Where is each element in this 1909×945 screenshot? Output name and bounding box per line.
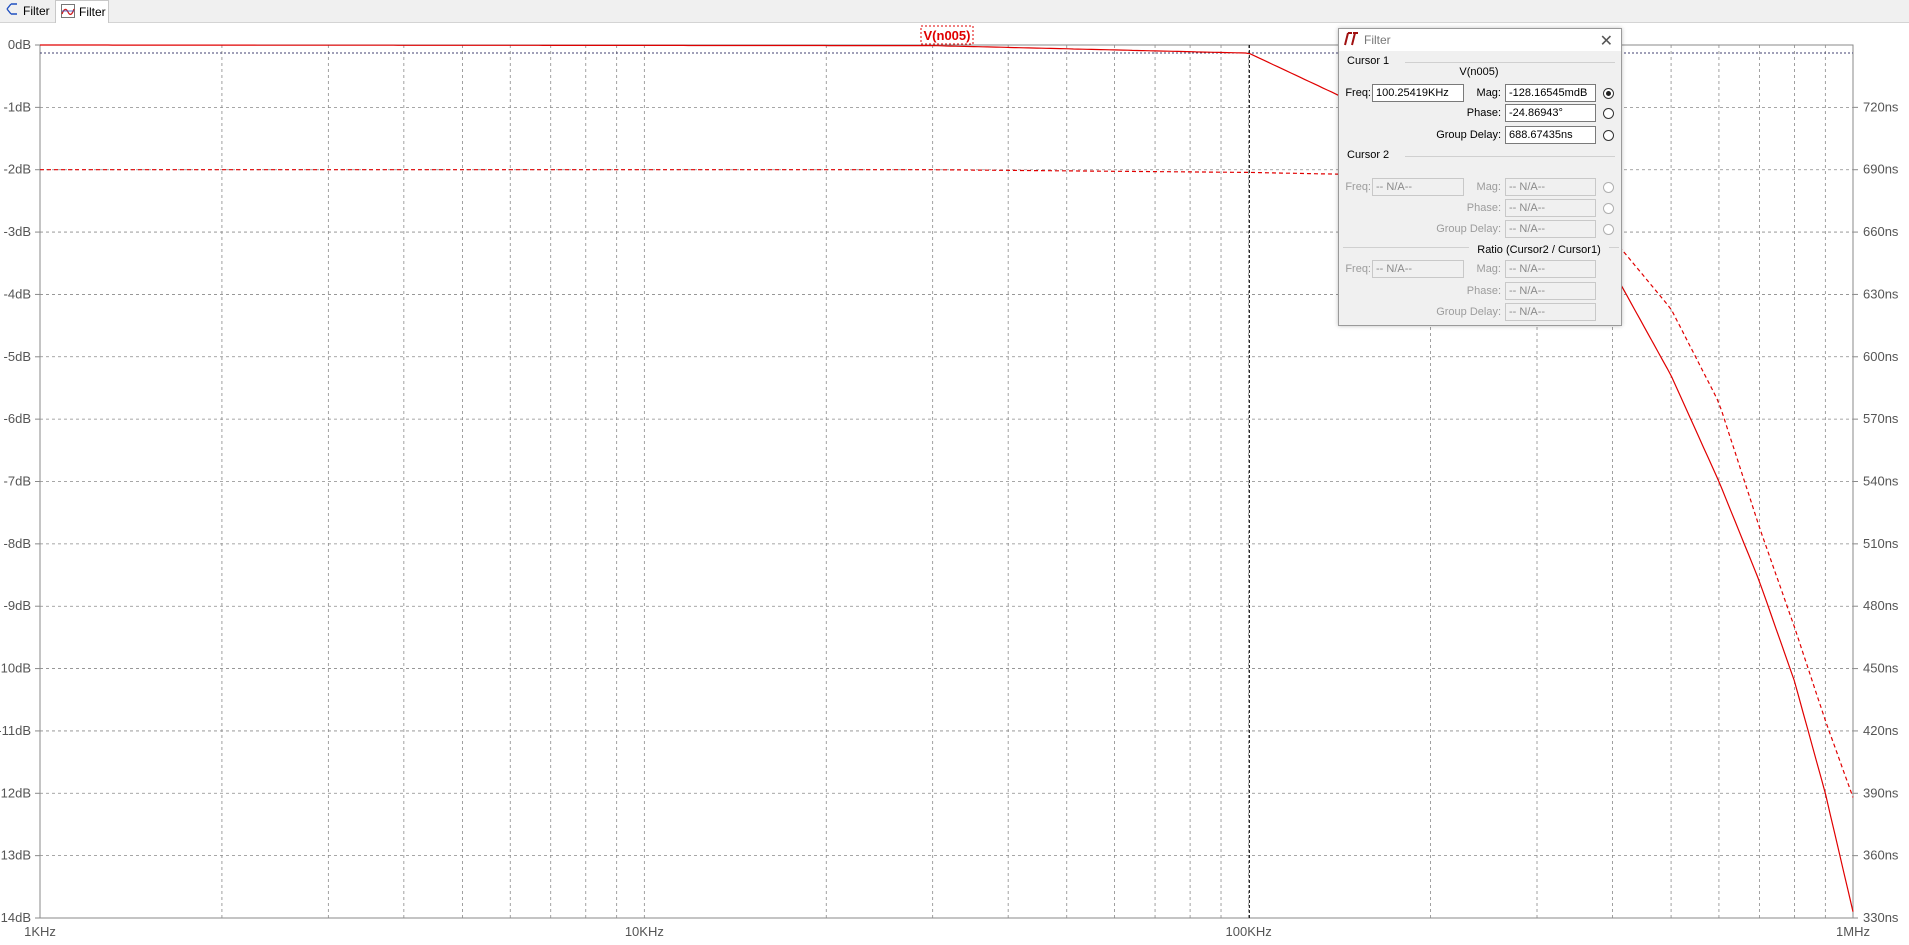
tab-label: Filter — [23, 3, 50, 18]
y-left-tick-label: -8dB — [4, 536, 31, 551]
cursor2-gd-field: -- N/A-- — [1505, 220, 1596, 238]
cursor1-trace: V(n005) — [1459, 66, 1499, 78]
y-right-tick-label: 630ns — [1863, 286, 1899, 301]
y-left-tick-label: -1dB — [4, 99, 31, 114]
mag-label: Mag: — [1476, 87, 1501, 99]
cursor1-gd-field[interactable]: 688.67435ns — [1505, 126, 1596, 144]
y-left-tick-label: -9dB — [4, 598, 31, 613]
dialog-title: Filter — [1364, 33, 1391, 47]
y-right-tick-label: 720ns — [1863, 99, 1899, 114]
freq-label: Freq: — [1345, 87, 1371, 99]
group-delay-label: Group Delay: — [1436, 223, 1501, 235]
y-left-tick-label: 0dB — [8, 37, 31, 52]
group-delay-label: Group Delay: — [1436, 129, 1501, 141]
freq-label: Freq: — [1345, 263, 1371, 275]
y-right-tick-label: 480ns — [1863, 598, 1899, 613]
ratio-heading: Ratio (Cursor2 / Cursor1) — [1469, 244, 1609, 256]
cursor2-phase-field: -- N/A-- — [1505, 199, 1596, 217]
cursor1-phase-radio[interactable] — [1603, 108, 1614, 119]
ratio-gd-field: -- N/A-- — [1505, 303, 1596, 321]
cursor2-freq-field: -- N/A-- — [1372, 178, 1464, 196]
y-left-tick-label: -2dB — [4, 162, 31, 177]
y-right-tick-label: 420ns — [1863, 723, 1899, 738]
cursor-dialog[interactable]: Filter ✕ Cursor 1 V(n005) Freq: 100.2541… — [1338, 28, 1622, 326]
x-tick-label: 1MHz — [1836, 924, 1870, 939]
phase-label: Phase: — [1466, 285, 1501, 297]
mag-label: Mag: — [1476, 263, 1501, 275]
tab-bar: Filter Filter — [0, 0, 1909, 23]
y-right-tick-label: 570ns — [1863, 411, 1899, 426]
lt-logo-icon — [1343, 32, 1359, 46]
cursor2-phase-radio — [1603, 203, 1614, 214]
y-left-tick-label: -6dB — [4, 411, 31, 426]
y-right-tick-label: 360ns — [1863, 848, 1899, 863]
cursor1-mag-radio[interactable] — [1603, 88, 1614, 99]
cursor2-heading: Cursor 2 — [1347, 149, 1390, 161]
y-left-tick-label: -7dB — [4, 474, 31, 489]
ratio-phase-field: -- N/A-- — [1505, 282, 1596, 300]
y-right-tick-label: 330ns — [1863, 910, 1899, 925]
ratio-mag-field: -- N/A-- — [1505, 260, 1596, 278]
cursor1-heading: Cursor 1 — [1347, 55, 1390, 67]
y-left-tick-label: -11dB — [0, 723, 31, 738]
group-delay-label: Group Delay: — [1436, 306, 1501, 318]
x-tick-label: 1KHz — [24, 924, 56, 939]
ratio-freq-field: -- N/A-- — [1372, 260, 1464, 278]
schematic-icon — [5, 2, 19, 19]
y-left-tick-label: -3dB — [4, 224, 31, 239]
y-left-tick-label: -12dB — [0, 785, 31, 800]
y-right-tick-label: 660ns — [1863, 224, 1899, 239]
cursor1-gd-radio[interactable] — [1603, 130, 1614, 141]
cursor1-mag-field[interactable]: -128.16545mdB — [1505, 84, 1596, 102]
y-left-tick-label: -4dB — [4, 286, 31, 301]
cursor2-mag-field: -- N/A-- — [1505, 178, 1596, 196]
tab-waveform[interactable]: Filter — [55, 0, 109, 23]
dialog-titlebar[interactable]: Filter ✕ — [1339, 29, 1621, 51]
divider — [1405, 156, 1615, 157]
y-right-tick-label: 510ns — [1863, 536, 1899, 551]
freq-label: Freq: — [1345, 181, 1371, 193]
cursor1-phase-field[interactable]: -24.86943° — [1505, 104, 1596, 122]
y-right-tick-label: 600ns — [1863, 349, 1899, 364]
divider — [1405, 62, 1615, 63]
x-tick-label: 100KHz — [1226, 924, 1272, 939]
phase-label: Phase: — [1466, 107, 1501, 119]
y-left-tick-label: -13dB — [0, 848, 31, 863]
waveform-icon — [61, 3, 75, 21]
y-right-tick-label: 390ns — [1863, 785, 1899, 800]
mag-label: Mag: — [1476, 181, 1501, 193]
y-left-tick-label: -5dB — [4, 349, 31, 364]
cursor2-mag-radio — [1603, 182, 1614, 193]
tab-label: Filter — [79, 5, 106, 19]
phase-label: Phase: — [1466, 202, 1501, 214]
cursor2-gd-radio — [1603, 224, 1614, 235]
y-left-tick-label: -10dB — [0, 661, 31, 676]
waveform-plot[interactable]: 0dB -1dB -2dB -3dB -4dB -5dB -6dB -7dB -8dB -9dB -… — [0, 22, 1909, 945]
y-right-tick-label: 450ns — [1863, 661, 1899, 676]
y-right-tick-label: 540ns — [1863, 474, 1899, 489]
y-left-tick-label: -14dB — [0, 910, 31, 925]
trace-label[interactable]: V(n005) — [924, 28, 971, 43]
y-right-tick-label: 690ns — [1863, 162, 1899, 177]
x-tick-label: 10KHz — [625, 924, 664, 939]
cursor1-freq-field[interactable]: 100.25419KHz — [1372, 84, 1464, 102]
tab-schematic[interactable]: Filter — [0, 0, 50, 21]
close-icon[interactable]: ✕ — [1600, 31, 1613, 51]
